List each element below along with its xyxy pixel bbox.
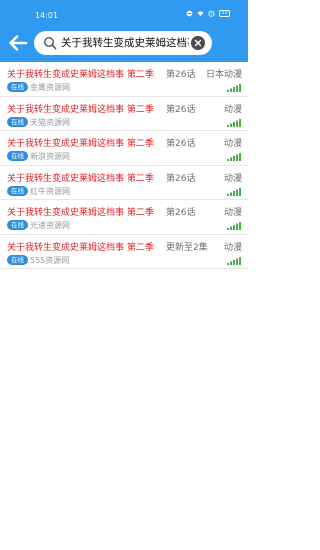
status-icons: 35	[186, 10, 230, 17]
result-source: 金鹰资源网	[30, 83, 70, 92]
status-time: 14:01	[35, 11, 59, 20]
result-episode: 第26话	[166, 70, 196, 80]
wifi-icon	[197, 11, 204, 17]
result-source: 光速资源网	[30, 221, 70, 230]
signal-strength-icon	[227, 118, 241, 127]
result-title: 关于我转生变成史莱姆这档事 第二季	[7, 242, 154, 253]
result-category: 日本动漫	[205, 70, 242, 80]
battery-icon: 35	[219, 10, 230, 17]
signal-strength-icon	[227, 187, 241, 196]
result-category: 动漫	[223, 104, 242, 115]
signal-strength-icon	[227, 84, 241, 92]
search-input[interactable]: 关于我转生变成史莱姆这档事	[61, 35, 189, 51]
signal-strength-icon	[227, 256, 241, 265]
search-icon	[43, 36, 57, 50]
list-item[interactable]: 关于我转生变成史莱姆这档事 第二季 第26话 动漫 在线 光速资源网	[0, 200, 248, 235]
list-item[interactable]: 关于我转生变成史莱姆这档事 第二季 第26话 动漫 在线 天猫资源网	[0, 97, 248, 131]
result-category: 动漫	[223, 139, 242, 149]
result-source: 天猫资源网	[30, 117, 70, 127]
result-title: 关于我转生变成史莱姆这档事 第二季	[7, 70, 154, 80]
online-badge: 在线	[7, 151, 28, 161]
result-category: 动漫	[223, 173, 242, 184]
alarm-icon	[208, 10, 215, 17]
results-list: 关于我转生变成史莱姆这档事 第二季 第26话 日本动漫 在线 金鹰资源网 关于我…	[0, 62, 248, 269]
online-badge: 在线	[7, 82, 28, 92]
signal-strength-icon	[227, 153, 241, 161]
result-source: 新浪资源网	[30, 152, 70, 161]
result-title: 关于我转生变成史莱姆这档事 第二季	[7, 208, 154, 218]
status-bar: 14:01 35	[0, 0, 248, 28]
online-badge: 在线	[7, 254, 28, 265]
online-badge: 在线	[7, 116, 28, 127]
result-episode: 第26话	[166, 208, 196, 218]
list-item[interactable]: 关于我转生变成史莱姆这档事 第二季 更新至2集 动漫 在线 555资源网	[0, 235, 248, 269]
online-badge: 在线	[7, 220, 28, 230]
online-badge: 在线	[7, 185, 28, 196]
result-category: 动漫	[223, 208, 242, 218]
search-box[interactable]: 关于我转生变成史莱姆这档事	[34, 31, 212, 55]
list-item[interactable]: 关于我转生变成史莱姆这档事 第二季 第26话 动漫 在线 新浪资源网	[0, 131, 248, 166]
result-episode: 第26话	[166, 104, 196, 115]
result-category: 动漫	[223, 242, 242, 253]
result-episode: 第26话	[166, 173, 196, 184]
back-arrow-icon[interactable]	[7, 32, 29, 54]
list-item[interactable]: 关于我转生变成史莱姆这档事 第二季 第26话 动漫 在线 红牛资源网	[0, 166, 248, 200]
dnd-icon	[186, 10, 193, 17]
app-header: 14:01 35 关于我转生变成史莱姆这档事	[0, 0, 248, 62]
list-item[interactable]: 关于我转生变成史莱姆这档事 第二季 第26话 日本动漫 在线 金鹰资源网	[0, 62, 248, 97]
result-title: 关于我转生变成史莱姆这档事 第二季	[7, 104, 154, 115]
result-title: 关于我转生变成史莱姆这档事 第二季	[7, 173, 154, 184]
result-episode: 第26话	[166, 139, 196, 149]
clear-icon[interactable]	[191, 36, 205, 50]
result-title: 关于我转生变成史莱姆这档事 第二季	[7, 139, 154, 149]
result-source: 红牛资源网	[30, 186, 70, 196]
signal-strength-icon	[227, 222, 241, 230]
result-episode: 更新至2集	[166, 242, 208, 253]
result-source: 555资源网	[30, 255, 70, 265]
